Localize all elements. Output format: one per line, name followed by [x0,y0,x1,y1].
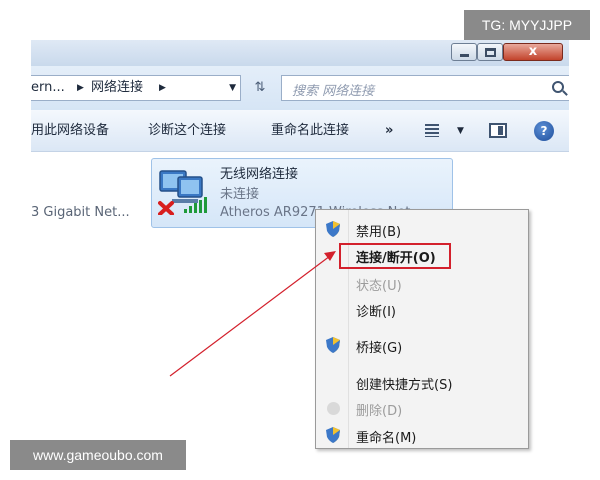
preview-pane-icon[interactable] [489,123,507,138]
search-input[interactable]: 搜索 网络连接 [281,75,569,101]
maximize-icon [485,48,496,57]
toolbar-more-button[interactable]: » [385,110,393,152]
close-button[interactable]: x [503,43,563,61]
menu-item-status[interactable]: 状态(U) [356,275,402,294]
menu-item-disable[interactable]: 禁用(B) [356,221,401,240]
command-toolbar: 用此网络设备 诊断这个连接 重命名此连接 » ▼ ? [31,110,569,152]
help-icon[interactable]: ? [534,121,554,141]
menu-item-create-shortcut[interactable]: 创建快捷方式(S) [356,374,452,393]
menu-item-rename[interactable]: 重命名(M) [356,427,416,446]
title-bar: x [31,40,569,66]
breadcrumb-segment[interactable]: 网络连接 [91,76,143,100]
view-options-icon[interactable] [425,124,439,137]
uac-shield-icon [326,427,340,443]
watermark-top-right: TG: MYYJJPP [464,10,590,40]
wireless-connection-name: 无线网络连接 [220,167,299,182]
address-bar[interactable]: ern... ▶ 网络连接 ▶ ▼ [31,75,241,101]
toolbar-diagnose-button[interactable]: 诊断这个连接 [148,110,226,152]
uac-shield-icon [326,337,340,353]
uac-shield-icon [326,221,340,237]
watermark-bottom-left: www.gameoubo.com [10,440,186,470]
minimize-icon [460,54,469,57]
maximize-button[interactable] [477,43,503,61]
breadcrumb-segment[interactable]: ern... [31,76,65,100]
context-menu: 禁用(B) 连接/断开(O) 状态(U) 诊断(I) 桥接(G) 创建快捷方式(… [315,209,529,449]
triangle-down-icon[interactable]: ▼ [229,76,236,100]
menu-item-diagnose[interactable]: 诊断(I) [356,301,396,320]
toolbar-disable-device-button[interactable]: 用此网络设备 [31,110,109,152]
minimize-button[interactable] [451,43,477,61]
ethernet-adapter-label[interactable]: 3 Gigabit Net... [31,205,130,220]
close-icon: x [528,44,538,59]
magnifier-icon[interactable] [552,81,564,93]
menu-item-delete[interactable]: 删除(D) [356,400,402,419]
chevron-right-icon[interactable]: ▶ [159,76,166,100]
toolbar-rename-button[interactable]: 重命名此连接 [271,110,349,152]
triangle-down-icon[interactable]: ▼ [457,110,464,152]
wireless-connection-status: 未连接 [220,187,260,202]
menu-item-connect-disconnect[interactable]: 连接/断开(O) [356,247,436,266]
disabled-shield-icon [327,402,340,415]
menu-item-bridge[interactable]: 桥接(G) [356,337,402,356]
address-row: ern... ▶ 网络连接 ▶ ▼ ⇅ 搜索 网络连接 [31,66,569,110]
refresh-icon[interactable]: ⇅ [245,75,275,101]
search-placeholder: 搜索 网络连接 [292,84,375,99]
chevron-right-icon[interactable]: ▶ [77,76,84,100]
wireless-network-disconnected-icon [158,170,207,215]
